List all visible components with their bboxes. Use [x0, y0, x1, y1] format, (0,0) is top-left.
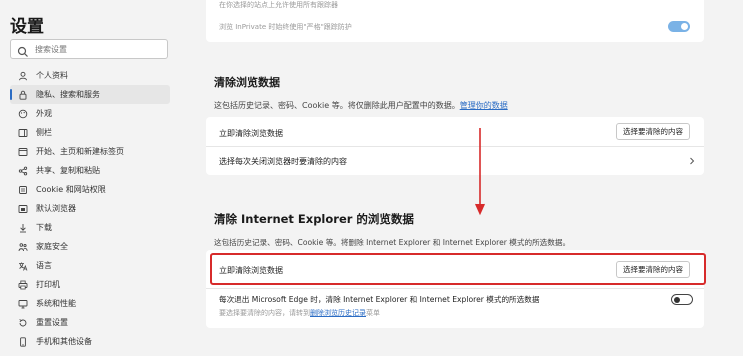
download-icon [18, 223, 28, 233]
sidebar-item-system[interactable]: 系统和性能 [10, 294, 170, 313]
clear-ie-on-exit-toggle[interactable] [671, 294, 693, 305]
browser-icon [18, 204, 28, 214]
sidebar-item-sidebar[interactable]: 侧栏 [10, 123, 170, 142]
delete-history-link[interactable]: 删除浏览历史记录 [310, 309, 366, 317]
sidebar-item-label: 系统和性能 [36, 299, 76, 308]
clear-data-description: 这包括历史记录、密码、Cookie 等。将仅删除此用户配置中的数据。管理你的数据 [214, 101, 508, 110]
sidebar-item-label: 打印机 [36, 280, 60, 289]
sidebar-item-label: 共享、复制和粘贴 [36, 166, 100, 175]
red-arrow-icon [475, 128, 485, 216]
clear-ie-on-exit-subtext: 要选择要清除的内容，请转到删除浏览历史记录菜单 [219, 309, 380, 317]
sidebar-item-share[interactable]: 共享、复制和粘贴 [10, 161, 170, 180]
clear-on-close-row[interactable]: 选择每次关闭浏览器时要清除的内容 [206, 147, 704, 175]
palette-icon [18, 109, 28, 119]
clear-data-card: 立即清除浏览数据 选择要清除的内容 选择每次关闭浏览器时要清除的内容 [206, 117, 704, 175]
clear-now-label: 立即清除浏览数据 [219, 129, 283, 138]
settings-sidebar: 设置 个人资料 隐私、搜索和服务 外观 侧栏 开始、主页和新建标签页 [0, 0, 184, 356]
choose-what-to-clear-button[interactable]: 选择要清除的内容 [616, 123, 690, 140]
tracking-allow-text: 在你选择的站点上允许使用所有跟踪器 [219, 1, 338, 9]
sidebar-item-label: 语言 [36, 261, 52, 270]
tracking-card: 在你选择的站点上允许使用所有跟踪器 浏览 InPrivate 时始终使用"严格"… [206, 0, 704, 42]
sidebar-item-label: 下载 [36, 223, 52, 232]
sidebar-item-label: 重置设置 [36, 318, 68, 327]
sidebar-icon [18, 128, 28, 138]
cookie-icon [18, 185, 28, 195]
sidebar-item-label: 默认浏览器 [36, 204, 76, 213]
sidebar-item-label: 开始、主页和新建标签页 [36, 147, 124, 156]
sidebar-item-label: 家庭安全 [36, 242, 68, 251]
sidebar-item-start-home[interactable]: 开始、主页和新建标签页 [10, 142, 170, 161]
sidebar-item-label: 隐私、搜索和服务 [36, 90, 100, 99]
settings-title: 设置 [10, 17, 44, 37]
clear-ie-on-exit-label: 每次退出 Microsoft Edge 时，清除 Internet Explor… [219, 295, 540, 304]
sidebar-item-reset[interactable]: 重置设置 [10, 313, 170, 332]
clear-data-title: 清除浏览数据 [214, 76, 280, 89]
search-input[interactable] [35, 44, 155, 54]
sidebar-item-phone[interactable]: 手机和其他设备 [10, 332, 170, 351]
sidebar-item-default-browser[interactable]: 默认浏览器 [10, 199, 170, 218]
highlight-box [210, 253, 706, 285]
sidebar-item-downloads[interactable]: 下载 [10, 218, 170, 237]
system-icon [18, 299, 28, 309]
sidebar-item-label: 侧栏 [36, 128, 52, 137]
sidebar-item-label: 手机和其他设备 [36, 337, 92, 346]
settings-content: 在你选择的站点上允许使用所有跟踪器 浏览 InPrivate 时始终使用"严格"… [184, 0, 743, 356]
sidebar-item-appearance[interactable]: 外观 [10, 104, 170, 123]
sidebar-item-family-safety[interactable]: 家庭安全 [10, 237, 170, 256]
inprivate-strict-label: 浏览 InPrivate 时始终使用"严格"跟踪防护 [219, 23, 352, 31]
reset-icon [18, 318, 28, 328]
divider [206, 288, 704, 289]
sidebar-item-printers[interactable]: 打印机 [10, 275, 170, 294]
clear-on-close-label: 选择每次关闭浏览器时要清除的内容 [219, 157, 347, 166]
phone-icon [18, 336, 28, 347]
sidebar-item-privacy[interactable]: 隐私、搜索和服务 [10, 85, 170, 104]
home-icon [18, 147, 28, 157]
chevron-right-icon [690, 157, 695, 165]
sidebar-item-label: Cookie 和网站权限 [36, 185, 106, 194]
printer-icon [18, 280, 28, 290]
share-icon [18, 166, 28, 176]
sidebar-item-label: 个人资料 [36, 71, 68, 80]
sidebar-item-cookies[interactable]: Cookie 和网站权限 [10, 180, 170, 199]
settings-nav: 个人资料 隐私、搜索和服务 外观 侧栏 开始、主页和新建标签页 共享、复制和粘贴… [10, 66, 170, 351]
search-icon [17, 43, 29, 57]
inprivate-strict-toggle[interactable] [668, 21, 690, 32]
sidebar-item-profile[interactable]: 个人资料 [10, 66, 170, 85]
family-icon [18, 242, 28, 252]
manage-data-link[interactable]: 管理你的数据 [460, 101, 508, 110]
profile-icon [18, 71, 28, 81]
language-icon [18, 261, 28, 271]
sidebar-item-languages[interactable]: 语言 [10, 256, 170, 275]
search-box[interactable] [10, 39, 168, 59]
clear-ie-title: 清除 Internet Explorer 的浏览数据 [214, 212, 414, 226]
sidebar-item-label: 外观 [36, 109, 52, 118]
lock-icon [18, 90, 28, 100]
clear-ie-description: 这包括历史记录、密码、Cookie 等。将删除 Internet Explore… [214, 238, 571, 247]
